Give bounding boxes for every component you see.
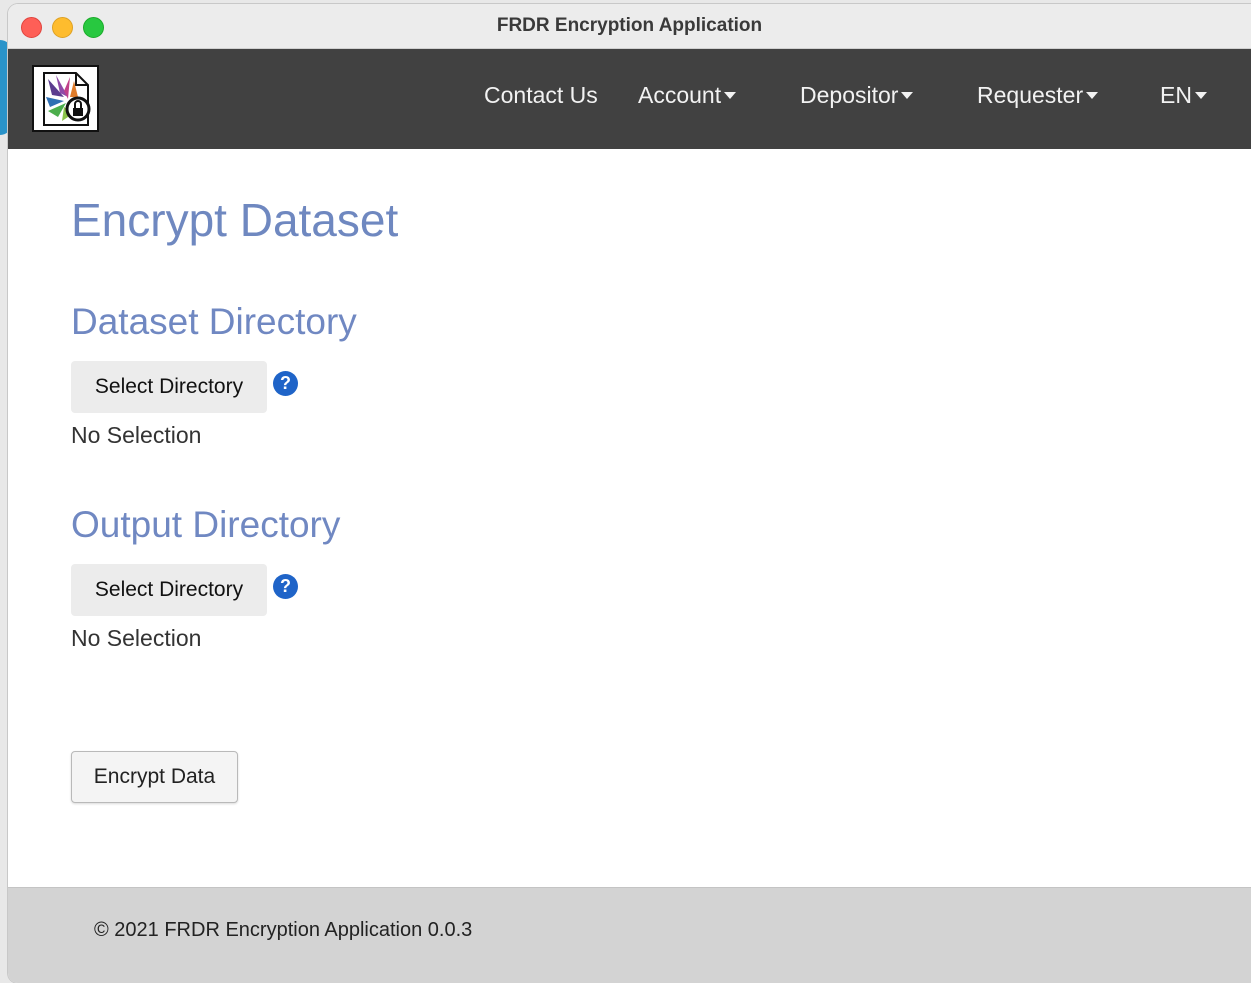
output-directory-heading: Output Directory (71, 504, 341, 545)
caret-down-icon (1194, 92, 1207, 100)
main-content: Encrypt Dataset Dataset Directory Select… (8, 149, 1251, 887)
help-icon[interactable]: ? (273, 574, 298, 599)
footer-copyright: © 2021 FRDR Encryption Application 0.0.3 (94, 919, 473, 941)
window-titlebar[interactable]: FRDR Encryption Application (8, 4, 1251, 49)
output-selection-value: No Selection (71, 625, 202, 651)
nav-account-dropdown[interactable]: Account (638, 82, 737, 109)
select-output-directory-button[interactable]: Select Directory (71, 564, 267, 616)
caret-down-icon (901, 92, 914, 100)
frdr-logo-icon[interactable] (32, 65, 99, 132)
nav-language-dropdown[interactable]: EN (1160, 82, 1207, 109)
footer: © 2021 FRDR Encryption Application 0.0.3 (8, 887, 1251, 983)
app-window: FRDR Encryption Application Contact Us A… (8, 4, 1251, 983)
encrypt-data-button[interactable]: Encrypt Data (71, 751, 238, 803)
help-icon[interactable]: ? (273, 371, 298, 396)
top-navbar: Contact Us Account Depositor Requester E… (8, 49, 1251, 149)
nav-depositor-label: Depositor (800, 82, 899, 108)
window-title: FRDR Encryption Application (496, 15, 763, 36)
select-dataset-directory-button[interactable]: Select Directory (71, 361, 267, 413)
nav-contact-us[interactable]: Contact Us (484, 82, 598, 109)
dataset-directory-heading: Dataset Directory (71, 301, 357, 342)
nav-depositor-dropdown[interactable]: Depositor (800, 82, 914, 109)
dataset-selection-value: No Selection (71, 422, 202, 448)
nav-contact-us-label: Contact Us (484, 82, 598, 108)
nav-account-label: Account (638, 82, 722, 108)
nav-language-label: EN (1160, 82, 1192, 108)
nav-requester-label: Requester (977, 82, 1084, 108)
caret-down-icon (724, 92, 737, 100)
caret-down-icon (1086, 92, 1099, 100)
page-title: Encrypt Dataset (71, 194, 399, 246)
nav-requester-dropdown[interactable]: Requester (977, 82, 1099, 109)
